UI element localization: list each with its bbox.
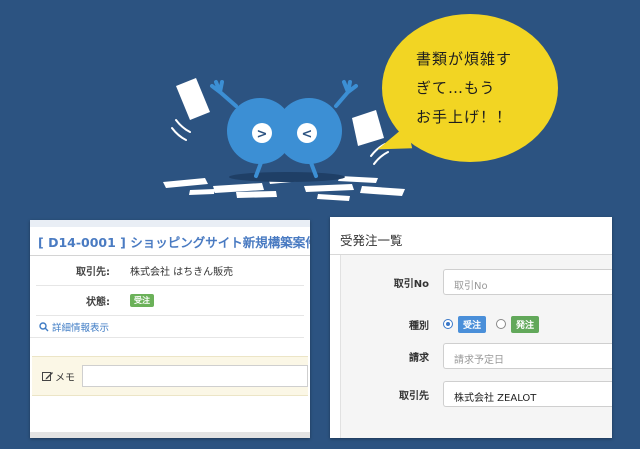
mascot-right-eye: < (302, 127, 313, 142)
billing-label: 請求 (409, 352, 429, 364)
client-value: 株式会社 はちきん販売 (130, 267, 234, 278)
status-row: 状態: 受注 (36, 286, 304, 316)
details-link-label: 詳細情報表示 (52, 322, 110, 334)
status-badge: 受注 (130, 294, 154, 307)
order-placed-badge: 発注 (511, 315, 540, 333)
client-search-input[interactable]: 株式会社 ZEALOT (443, 381, 612, 407)
client-label: 取引先: (76, 267, 110, 278)
memo-label-wrap: メモ (42, 369, 82, 384)
speech-bubble: 書類が煩雑す ぎて…もう お手上げ！！ (382, 14, 558, 162)
client-row: 取引先: 株式会社 はちきん販売 (36, 256, 304, 286)
radio-order-received[interactable] (443, 319, 453, 329)
project-title: [ D14-0001 ] ショッピングサイト新規構築案件 (30, 220, 310, 256)
speech-line-2: ぎて…もう (416, 78, 496, 97)
order-received-badge: 受注 (458, 315, 487, 333)
panel-footer (30, 432, 310, 438)
transaction-no-row: 取引No 取引No (341, 269, 612, 295)
speech-line-3: お手上げ！！ (416, 107, 513, 126)
details-link[interactable]: 詳細情報表示 (30, 316, 304, 338)
order-panel-title: 受発注一覧 (330, 217, 612, 255)
illustration: > < 書類が煩雑す ぎて…もう お手上げ！！ (0, 0, 640, 215)
edit-icon (42, 371, 53, 381)
type-row: 種別 受注 発注 (341, 311, 612, 337)
radio-order-placed[interactable] (496, 319, 507, 329)
memo-box: メモ (32, 356, 308, 396)
speech-line-1: 書類が煩雑す (416, 49, 513, 68)
client-search-label: 取引先 (399, 390, 429, 402)
type-label: 種別 (409, 320, 429, 332)
billing-row: 請求 請求予定日 (341, 343, 612, 369)
search-icon (39, 321, 49, 331)
memo-input[interactable] (82, 365, 308, 387)
order-search-form: 取引No 取引No 種別 受注 発注 請求 請求予定日 取引先 株式会社 ZEA… (340, 255, 612, 438)
memo-label: メモ (55, 372, 75, 384)
mascot-left-eye: > (257, 127, 268, 142)
client-search-row: 取引先 株式会社 ZEALOT (341, 381, 612, 407)
type-radio-group: 受注 発注 (443, 315, 549, 333)
order-panel: 受発注一覧 取引No 取引No 種別 受注 発注 請求 請求予定日 取引先 株式… (330, 217, 612, 438)
project-panel: [ D14-0001 ] ショッピングサイト新規構築案件 取引先: 株式会社 は… (30, 220, 310, 438)
transaction-no-label: 取引No (393, 278, 429, 290)
billing-date-input[interactable]: 請求予定日 (443, 343, 612, 369)
status-label: 状態: (86, 297, 110, 308)
transaction-no-input[interactable]: 取引No (443, 269, 612, 295)
